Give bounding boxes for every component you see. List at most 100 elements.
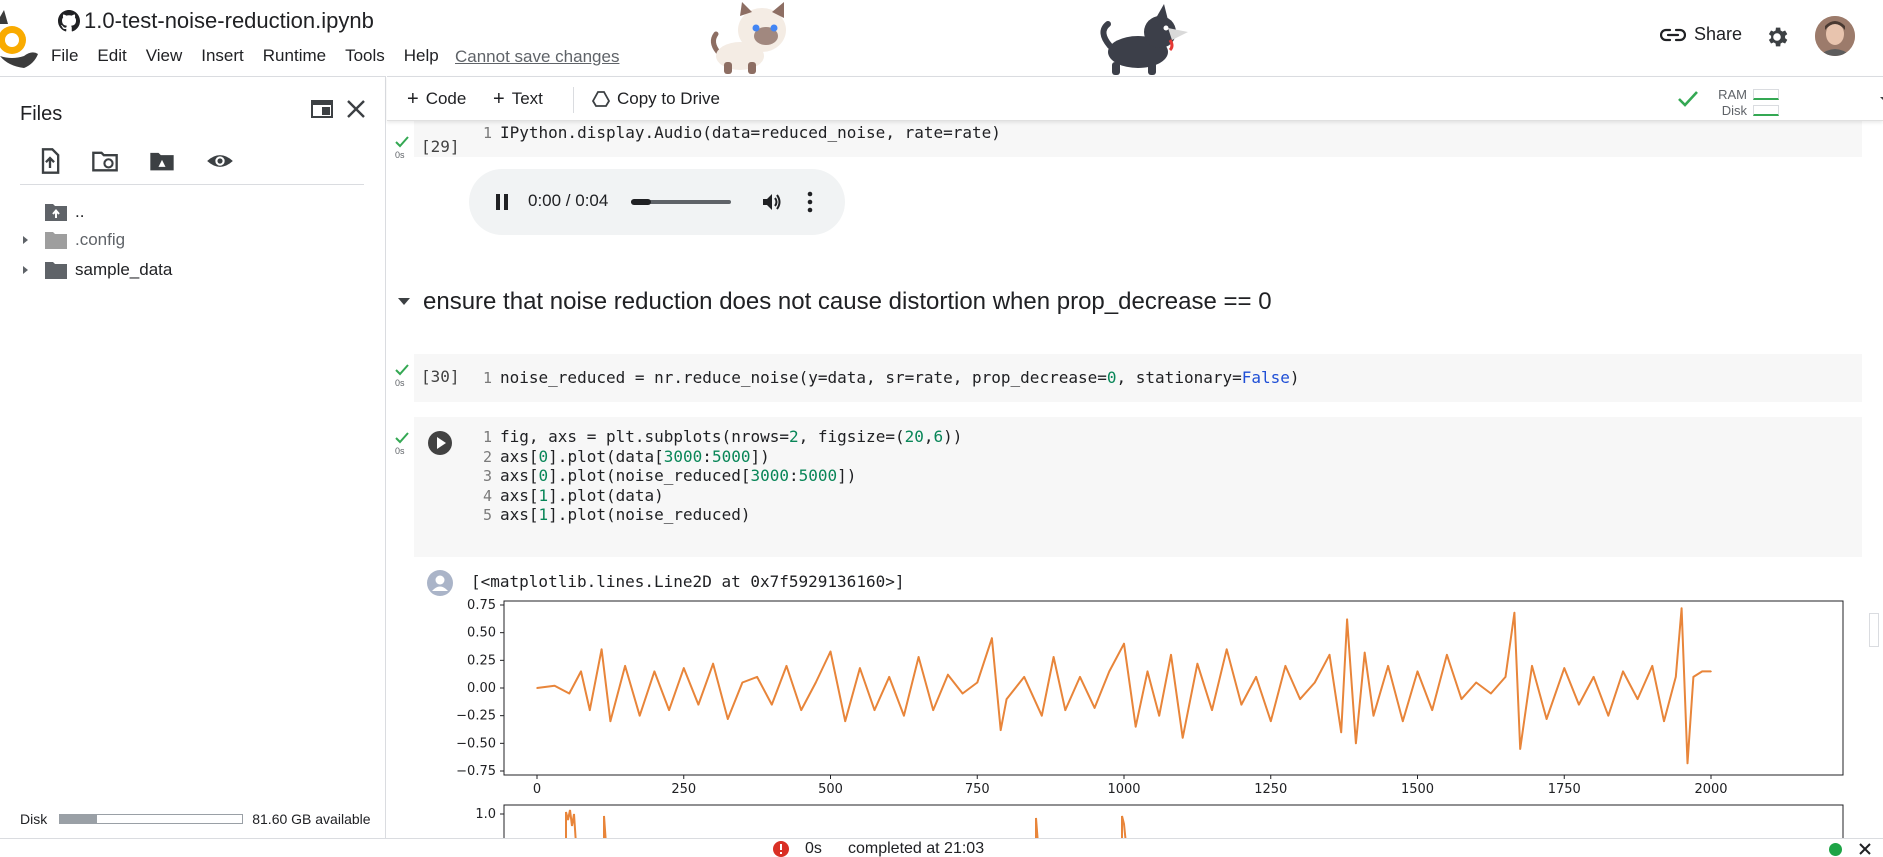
volume-icon[interactable] <box>761 191 783 213</box>
chevron-down-icon[interactable] <box>1879 95 1883 105</box>
mount-drive-icon[interactable] <box>148 147 176 175</box>
add-text-button[interactable]: + Text <box>493 89 543 109</box>
tree-item-label: .config <box>75 230 126 249</box>
run-cell-icon[interactable] <box>427 430 453 456</box>
colab-logo-icon <box>0 10 38 68</box>
menu-edit[interactable]: Edit <box>97 46 126 66</box>
vertical-scrollbar[interactable] <box>1869 613 1879 647</box>
collapse-section-icon[interactable] <box>397 297 411 307</box>
data-point <box>1460 698 1463 700</box>
files-sidebar: Files .. .config sample_data Disk 81.60 … <box>0 76 386 838</box>
y-tick-label: 0.50 <box>467 626 496 641</box>
code-number: 3000 <box>663 446 703 466</box>
tree-item-sample-data[interactable]: sample_data <box>0 257 385 283</box>
y-tick-label: 1.0 <box>475 807 496 822</box>
tree-item-parent[interactable]: .. <box>0 199 385 225</box>
close-icon[interactable] <box>344 97 368 121</box>
open-in-tab-icon[interactable] <box>310 97 334 121</box>
data-point <box>1211 709 1213 711</box>
cat-mascot-icon <box>710 2 786 74</box>
data-point <box>859 667 861 669</box>
github-icon <box>58 10 80 32</box>
code-text: ]) <box>750 446 770 466</box>
status-duration: 0s <box>805 840 822 857</box>
menu-insert[interactable]: Insert <box>201 46 244 66</box>
data-point <box>1041 714 1043 717</box>
data-point <box>756 676 758 678</box>
code-number: 0 <box>538 446 549 466</box>
disk-usage-bar <box>59 814 244 824</box>
data-point <box>1504 676 1507 678</box>
output-avatar-icon <box>427 570 453 596</box>
code-line[interactable]: noise_reduced = nr.reduce_noise(y=data, … <box>500 368 1300 387</box>
data-point <box>1490 692 1492 695</box>
data-point <box>553 685 556 687</box>
data-point <box>991 637 993 639</box>
y-tick-label: −0.50 <box>456 736 496 751</box>
code-number: 0 <box>1106 368 1117 387</box>
copy-to-drive-button[interactable]: Copy to Drive <box>592 89 720 109</box>
data-point <box>1686 762 1689 765</box>
data-point <box>1622 670 1624 673</box>
menu-tools[interactable]: Tools <box>345 46 385 66</box>
menu-help[interactable]: Help <box>404 46 439 66</box>
show-hidden-eye-icon[interactable] <box>206 147 234 175</box>
waveform-plot: 0.75 0.50 0.25 0.00 −0.25 −0.50 −0.75 0 250 500 75… <box>456 598 1844 793</box>
data-point <box>697 703 700 706</box>
tree-item-config[interactable]: .config <box>0 227 385 253</box>
user-avatar[interactable] <box>1815 16 1855 56</box>
close-icon[interactable] <box>1858 842 1872 856</box>
add-code-button[interactable]: + Code <box>407 89 466 109</box>
code-line[interactable]: IPython.display.Audio(data=reduced_noise… <box>500 123 1001 142</box>
x-tick-label: 1000 <box>1107 782 1140 793</box>
ram-label: RAM <box>1718 87 1747 102</box>
data-point <box>1475 681 1477 684</box>
data-point <box>1402 720 1404 722</box>
error-icon[interactable] <box>772 840 790 857</box>
menu-bar: File Edit View Insert Runtime Tools Help <box>51 46 458 66</box>
code-line[interactable]: fig, axs = plt.subplots(nrows=2, figsize… <box>500 427 962 446</box>
more-vert-icon[interactable] <box>807 191 813 213</box>
data-point <box>580 670 582 673</box>
code-line[interactable]: axs[1].plot(data) <box>500 486 664 505</box>
notebook-main: 0s [29] 1 IPython.display.Audio(data=red… <box>387 121 1883 838</box>
data-point <box>712 662 714 665</box>
plus-icon: + <box>493 87 505 110</box>
notebook-toolbar: + Code + Text Copy to Drive RAM Disk <box>387 76 1883 121</box>
refresh-folder-icon[interactable] <box>91 147 119 175</box>
code-line[interactable]: axs[0].plot(noise_reduced[3000:5000]) <box>500 466 856 485</box>
expand-arrow-icon[interactable] <box>20 265 30 275</box>
data-point <box>785 665 788 667</box>
code-line[interactable]: axs[1].plot(noise_reduced) <box>500 505 750 524</box>
status-bar: 0s completed at 21:03 <box>0 838 1883 857</box>
code-text: ].plot(noise_reduced) <box>548 505 751 525</box>
resources-indicator[interactable]: RAM Disk <box>1677 83 1867 118</box>
data-point <box>932 709 934 711</box>
menu-runtime[interactable]: Runtime <box>263 46 326 66</box>
data-point <box>1431 709 1433 711</box>
data-point <box>589 709 591 711</box>
data-point <box>1064 709 1067 711</box>
audio-player[interactable]: 0:00 / 0:04 <box>469 169 845 235</box>
gear-icon[interactable] <box>1764 24 1790 50</box>
notebook-title[interactable]: 1.0-test-noise-reduction.ipynb <box>84 8 374 34</box>
pause-icon[interactable] <box>495 193 509 211</box>
share-button[interactable]: Share <box>1660 24 1742 45</box>
header: 1.0-test-noise-reduction.ipynb File Edit… <box>0 0 1883 76</box>
data-point <box>1052 656 1055 658</box>
code-line[interactable]: axs[0].plot(data[3000:5000]) <box>500 447 770 466</box>
upload-file-icon[interactable] <box>36 147 64 175</box>
cannot-save-link[interactable]: Cannot save changes <box>455 47 619 67</box>
data-point <box>1146 670 1149 673</box>
code-text: axs[ <box>500 505 539 525</box>
data-point <box>1563 667 1566 669</box>
data-point <box>947 673 949 676</box>
execution-count: [29] <box>421 137 460 156</box>
data-point <box>1372 714 1375 717</box>
menu-file[interactable]: File <box>51 46 78 66</box>
y-tick-label: −0.75 <box>456 764 496 779</box>
code-text: ].plot(data[ <box>548 446 664 466</box>
menu-view[interactable]: View <box>146 46 183 66</box>
expand-arrow-icon[interactable] <box>20 235 30 245</box>
data-point <box>1446 654 1448 656</box>
